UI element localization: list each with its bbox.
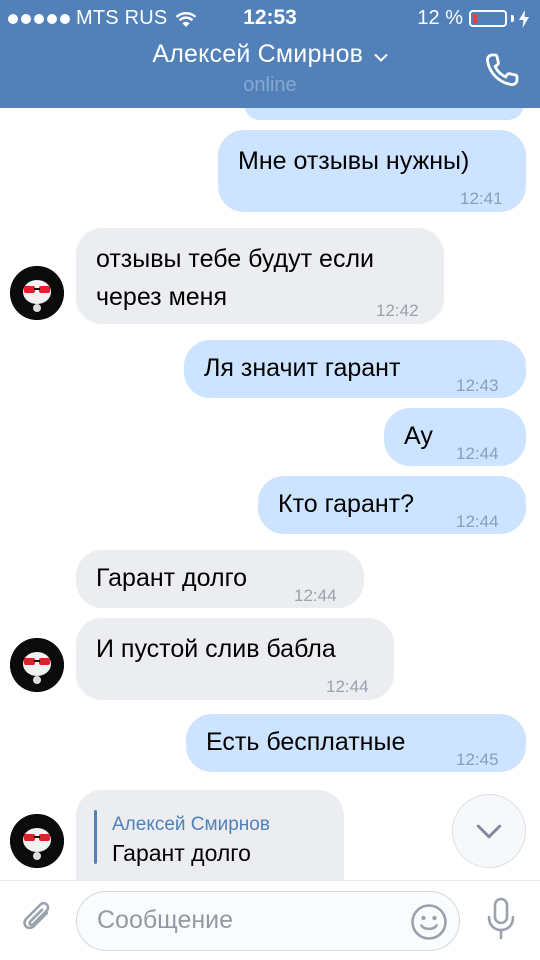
message-bubble-outgoing[interactable]: Ау 12:44: [384, 408, 526, 466]
message-bubble-partial: [244, 108, 524, 120]
message-composer: Сообщение: [0, 880, 540, 960]
message-input[interactable]: Сообщение: [76, 891, 460, 951]
status-bar: MTS RUS 12:53 12 %: [0, 0, 540, 36]
message-time: 12:45: [456, 750, 499, 769]
message-time: 12:41: [460, 189, 503, 208]
microphone-icon[interactable]: [486, 897, 516, 941]
scroll-to-bottom-button[interactable]: [452, 794, 526, 868]
message-time: 12:44: [456, 512, 499, 531]
conversation-title[interactable]: Алексей Смирнов: [0, 40, 540, 69]
avatar[interactable]: [10, 638, 64, 692]
message-text: И пустой слив бабла: [96, 635, 336, 663]
avatar-image: [10, 266, 64, 320]
message-text: отзывы тебе будут если через меня: [96, 245, 374, 311]
phone-icon[interactable]: [482, 50, 522, 90]
message-bubble-outgoing[interactable]: Есть бесплатные 12:45: [186, 714, 526, 772]
reply-quote-bar: [94, 810, 97, 864]
message-bubble-outgoing[interactable]: Мне отзывы нужны) 12:41: [218, 130, 526, 212]
message-text: Ау: [404, 422, 433, 450]
message-bubble-incoming-reply[interactable]: Алексей Смирнов Гарант долго: [76, 790, 344, 880]
message-time: 12:44: [456, 444, 499, 463]
avatar-image: [10, 638, 64, 692]
smile-icon[interactable]: [409, 902, 449, 942]
message-text: Мне отзывы нужны): [238, 147, 470, 175]
message-text: Есть бесплатные: [206, 728, 406, 756]
message-bubble-incoming[interactable]: Гарант долго 12:44: [76, 550, 364, 608]
battery-level: [473, 14, 477, 23]
battery-nub: [511, 15, 514, 22]
message-bubble-incoming[interactable]: отзывы тебе будут если через меня 12:42: [76, 228, 444, 324]
chat-header: MTS RUS 12:53 12 % Алексей Смирнов onlin…: [0, 0, 540, 108]
message-time: 12:44: [326, 677, 369, 696]
battery-group: 12 %: [417, 7, 530, 30]
message-list[interactable]: Мне отзывы нужны) 12:41 отзывы тебе буду…: [0, 108, 540, 880]
chevron-down-icon: [476, 824, 502, 839]
battery-icon: [469, 10, 507, 27]
message-text: Ля значит гарант: [204, 354, 401, 382]
message-text: Кто гарант?: [278, 490, 415, 518]
message-time: 12:42: [376, 301, 419, 320]
reply-quoted-text: Гарант долго: [112, 840, 251, 866]
avatar[interactable]: [10, 814, 64, 868]
message-text: Гарант долго: [96, 564, 248, 592]
message-input-placeholder: Сообщение: [97, 906, 234, 934]
message-bubble-incoming[interactable]: И пустой слив бабла 12:44: [76, 618, 394, 700]
avatar[interactable]: [10, 266, 64, 320]
message-bubble-outgoing[interactable]: Кто гарант? 12:44: [258, 476, 526, 534]
charging-bolt-icon: [519, 9, 529, 28]
message-time: 12:44: [294, 586, 337, 605]
battery-percent: 12 %: [417, 7, 463, 29]
paperclip-icon[interactable]: [20, 899, 56, 939]
message-bubble-outgoing[interactable]: Ля значит гарант 12:43: [184, 340, 526, 398]
chevron-down-icon[interactable]: [374, 53, 388, 63]
message-time: 12:43: [456, 376, 499, 395]
presence-status: online: [243, 74, 297, 96]
avatar-image: [10, 814, 64, 868]
contact-name[interactable]: Алексей Смирнов: [152, 40, 363, 68]
